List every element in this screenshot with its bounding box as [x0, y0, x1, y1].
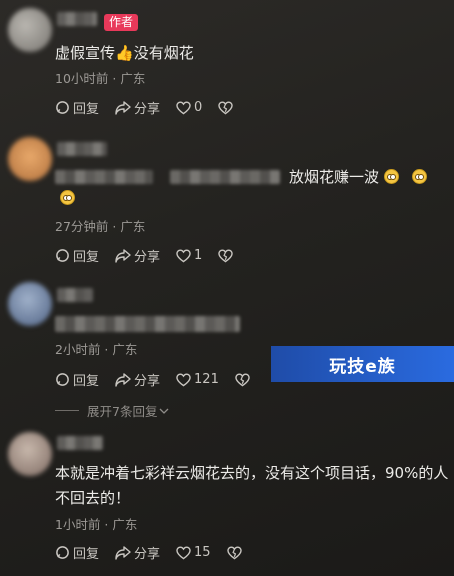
comment-text-part: 没有烟花: [133, 44, 194, 62]
like-count: 121: [194, 372, 219, 387]
share-arrow-icon: [115, 372, 131, 387]
thumbs-up-icon: 👍: [115, 44, 134, 62]
comment-actions: 回复 分享 15: [55, 543, 242, 562]
comment-actions: 回复 分享 0: [55, 98, 234, 117]
dislike-button[interactable]: [235, 373, 250, 387]
broken-heart-icon: [218, 249, 234, 262]
comment-text: 本就是冲着七彩祥云烟花去的，没有这个项目话，90%的人: [55, 464, 449, 482]
heart-icon: [176, 546, 191, 559]
avatar[interactable]: [8, 432, 52, 476]
like-button[interactable]: 1: [176, 248, 202, 263]
reply-bubble-icon: [56, 249, 69, 262]
dislike-button[interactable]: [226, 546, 242, 560]
share-arrow-icon: [115, 545, 131, 560]
reply-bubble-icon: [56, 101, 69, 114]
like-count: 1: [194, 248, 203, 263]
avatar[interactable]: [8, 282, 52, 326]
avatar[interactable]: [8, 8, 52, 52]
username-blurred[interactable]: [57, 436, 103, 450]
comment-text: 不回去的！: [55, 489, 131, 507]
avatar[interactable]: [8, 137, 52, 181]
heart-icon: [176, 249, 191, 262]
emoji-icon: [383, 169, 399, 184]
comment-actions: 回复 分享 121: [55, 370, 250, 389]
share-button[interactable]: 分享: [115, 370, 160, 389]
share-button[interactable]: 分享: [115, 246, 160, 265]
comment-text: 放烟花赚一波: [289, 166, 427, 187]
broken-heart-icon: [226, 546, 242, 559]
chevron-down-icon: [159, 408, 169, 414]
username-blurred[interactable]: [57, 142, 107, 156]
reply-button[interactable]: 回复: [55, 370, 99, 389]
heart-icon: [176, 101, 191, 114]
broken-heart-icon: [218, 101, 234, 114]
like-button[interactable]: 15: [176, 545, 211, 560]
reply-button[interactable]: 回复: [55, 98, 99, 117]
expand-replies-button[interactable]: 展开7条回复: [55, 401, 169, 420]
broken-heart-icon: [235, 373, 250, 386]
heart-icon: [176, 373, 191, 386]
reply-button[interactable]: 回复: [55, 543, 99, 562]
dislike-button[interactable]: [218, 249, 234, 263]
expand-replies-label: 展开7条回复: [87, 404, 158, 419]
blurred-text: [55, 170, 153, 184]
comment-text: 虚假宣传👍没有烟花: [55, 42, 194, 63]
reply-bubble-icon: [56, 373, 69, 386]
like-button[interactable]: 121: [176, 372, 219, 387]
comment-meta: 27分钟前 · 广东: [55, 219, 146, 234]
like-button[interactable]: 0: [176, 100, 202, 115]
reply-button[interactable]: 回复: [55, 246, 99, 265]
watermark-logo: 玩技e族: [271, 346, 454, 382]
username-blurred[interactable]: [57, 12, 97, 26]
dislike-button[interactable]: [218, 101, 234, 115]
emoji-icon: [411, 169, 427, 184]
emoji-icon: [60, 190, 75, 205]
author-badge: 作者: [104, 14, 139, 31]
blurred-text: [170, 170, 280, 184]
share-button[interactable]: 分享: [115, 98, 160, 117]
share-arrow-icon: [115, 100, 131, 115]
like-count: 0: [194, 100, 203, 115]
comment-text-part: 放烟花赚一波: [289, 168, 380, 186]
comment-actions: 回复 分享 1: [55, 246, 234, 265]
comment-text-part: 虚假宣传: [55, 44, 116, 62]
username-blurred[interactable]: [57, 288, 93, 302]
share-arrow-icon: [115, 248, 131, 263]
blurred-text: [55, 316, 240, 332]
comment-meta: 10小时前 · 广东: [55, 71, 146, 86]
comment-meta: 1小时前 · 广东: [55, 517, 138, 532]
like-count: 15: [194, 545, 211, 560]
reply-bubble-icon: [56, 546, 69, 559]
share-button[interactable]: 分享: [115, 543, 160, 562]
comment-meta: 2小时前 · 广东: [55, 342, 138, 357]
divider-line: [55, 410, 79, 411]
